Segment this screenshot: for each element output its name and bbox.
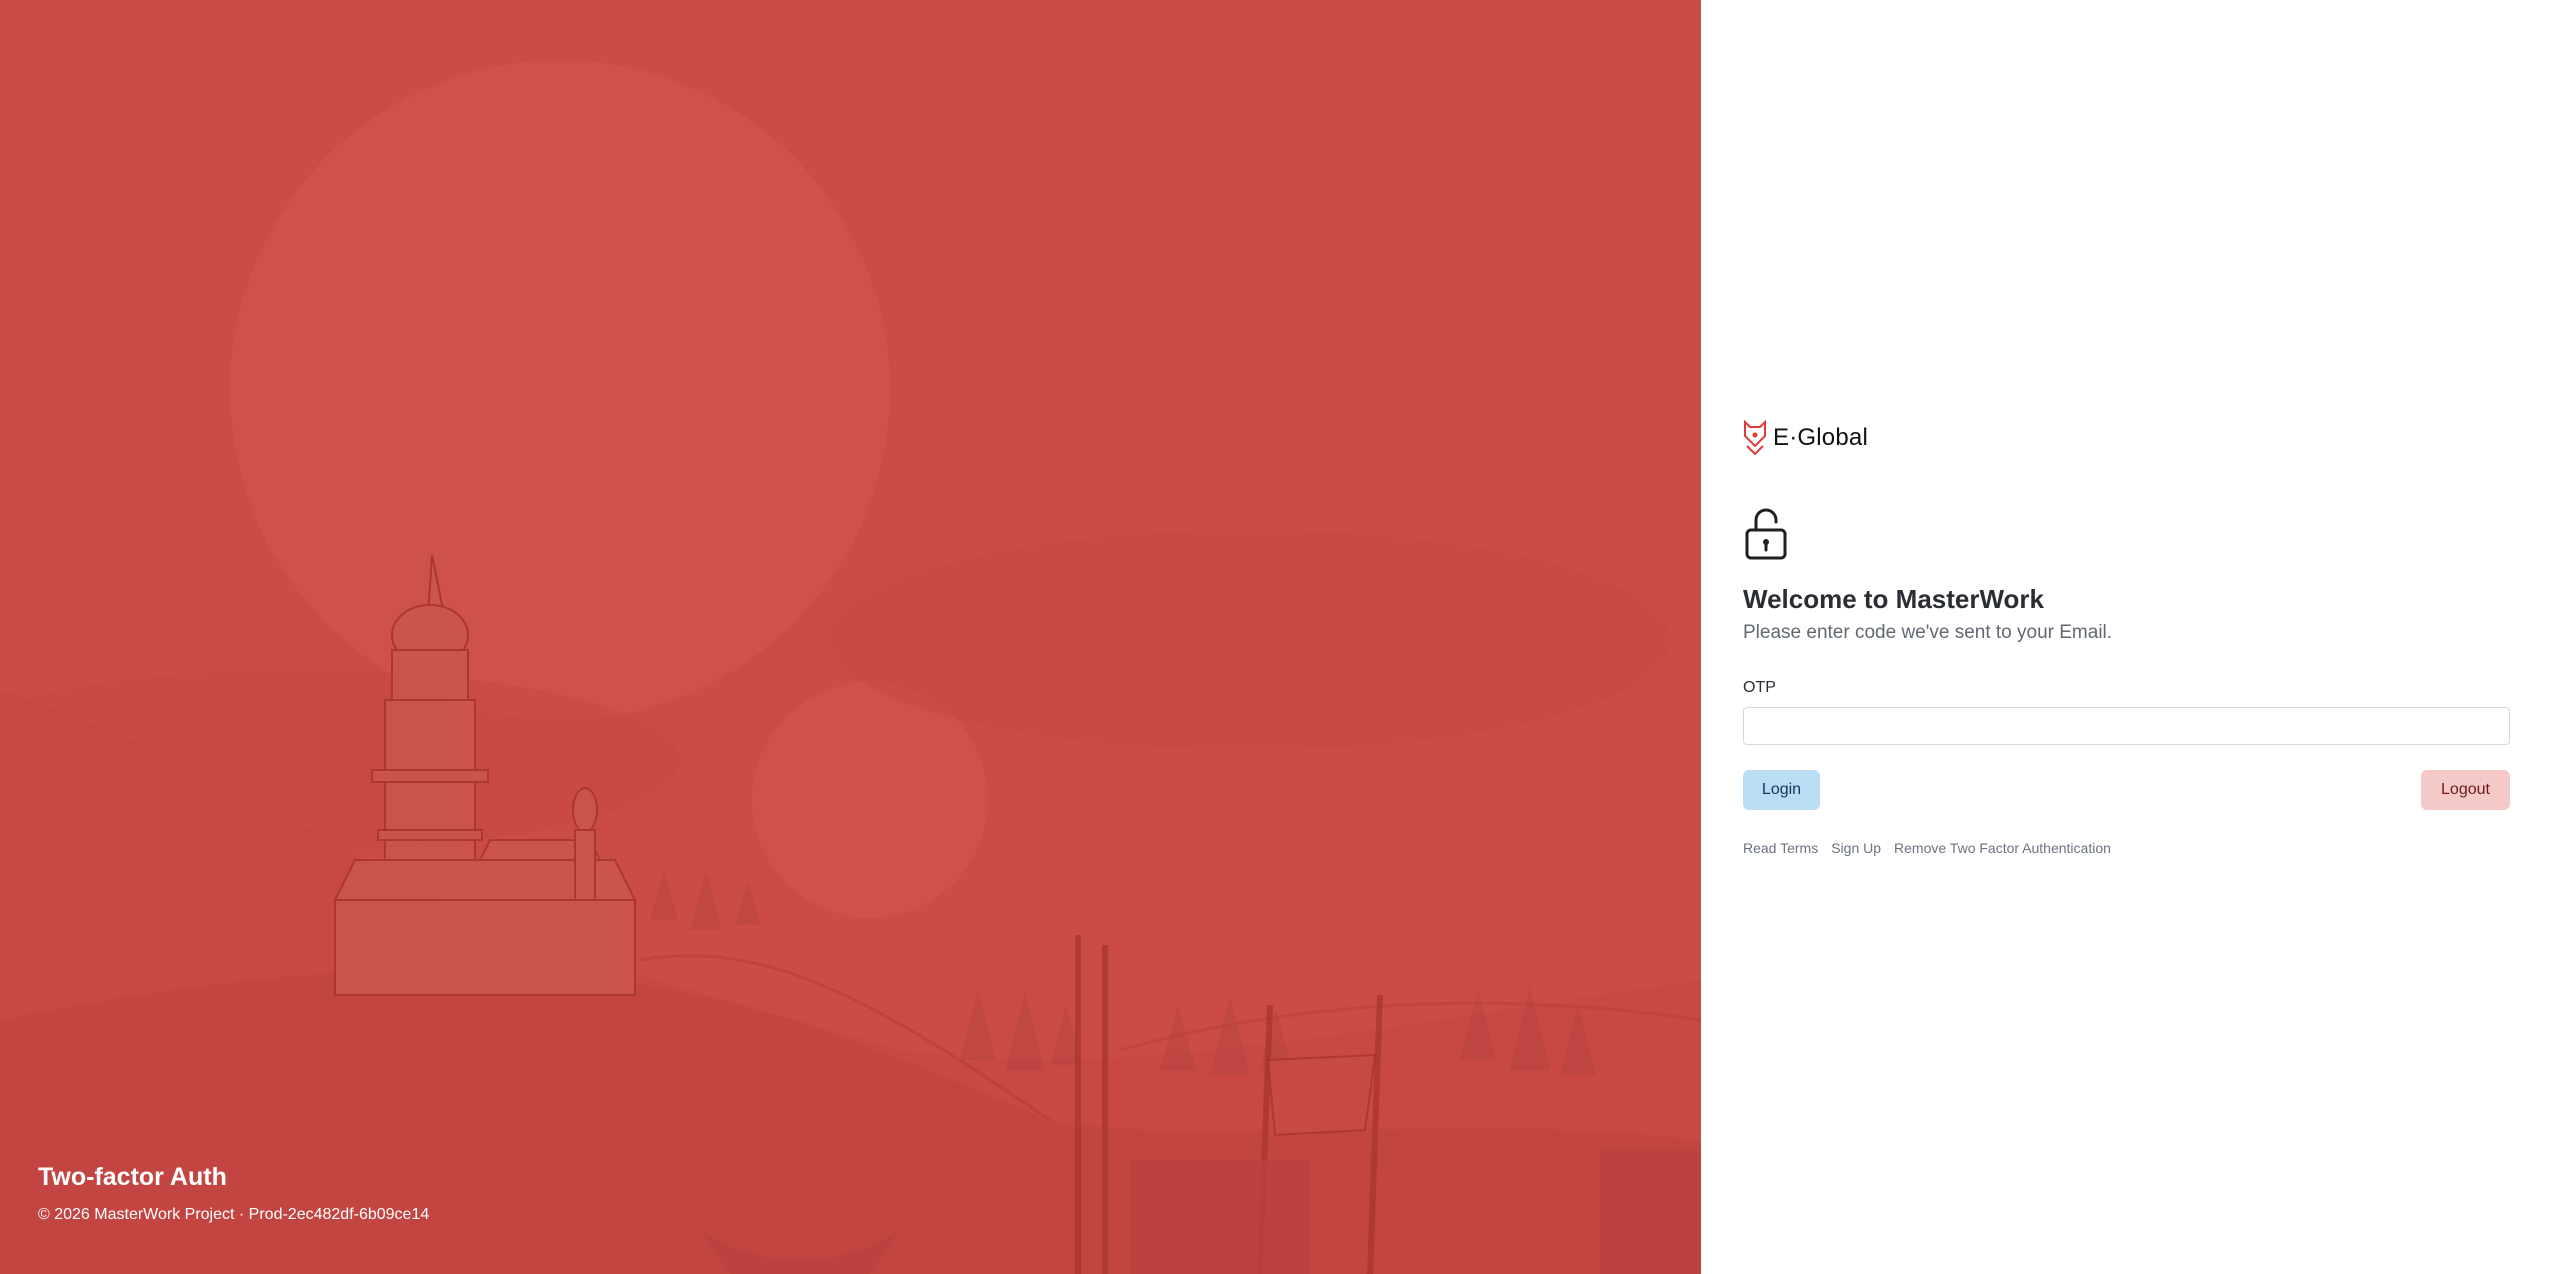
page-title: Welcome to MasterWork	[1743, 584, 2045, 614]
sign-up-link[interactable]: Sign Up	[1831, 840, 1881, 856]
dock	[1130, 1160, 1310, 1274]
sail	[1266, 1053, 1377, 1137]
hero-panel: Two-factor Auth © 2026 MasterWork Projec…	[0, 0, 1701, 1274]
footer-links: Read Terms Sign Up Remove Two Factor Aut…	[1743, 840, 2111, 856]
page-subtitle: Please enter code we've sent to your Ema…	[1743, 622, 2113, 643]
lock-open-icon	[1745, 508, 1787, 560]
hero-footer: Two-factor Auth © 2026 MasterWork Projec…	[38, 1163, 429, 1224]
otp-label: OTP	[1743, 679, 1776, 696]
hero-title: Two-factor Auth	[38, 1163, 227, 1191]
large-moon	[230, 60, 890, 720]
read-terms-link[interactable]: Read Terms	[1743, 840, 1818, 856]
hero-copyright: © 2026 MasterWork Project · Prod-2ec482d…	[38, 1206, 430, 1223]
brand[interactable]: E·Global	[1743, 420, 1868, 456]
remove-2fa-link[interactable]: Remove Two Factor Authentication	[1894, 840, 2111, 856]
login-button[interactable]: Login	[1743, 770, 1820, 810]
auth-panel: E·Global Welcome to MasterWork Please en…	[1701, 0, 2552, 1274]
hero-illustration	[0, 60, 1701, 1274]
fox-head-logo-icon	[1744, 420, 1766, 456]
brand-name: E·Global	[1773, 424, 1868, 451]
logout-button[interactable]: Logout	[2421, 770, 2510, 810]
otp-input[interactable]	[1743, 707, 2510, 745]
